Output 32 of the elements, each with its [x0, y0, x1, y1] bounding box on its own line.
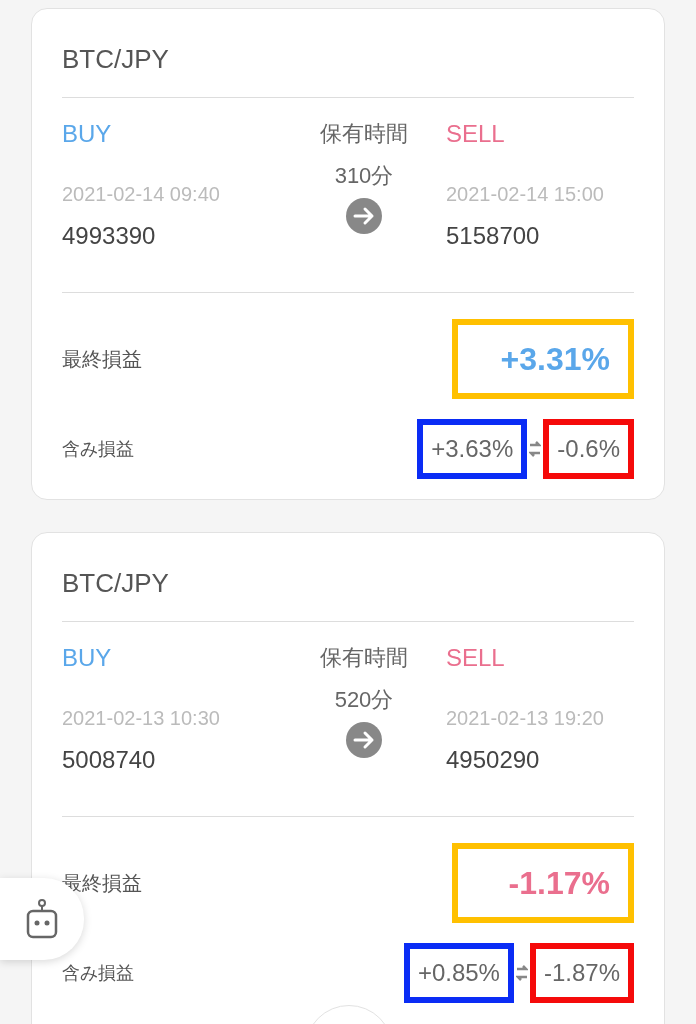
final-pnl-label: 最終損益: [62, 347, 142, 372]
swap-icon: [529, 440, 542, 458]
buy-label: BUY: [62, 119, 113, 149]
arrow-right-icon: [346, 198, 382, 234]
buy-side-pnl: +0.85%: [403, 943, 514, 1003]
pair-title: BTC/JPY: [62, 563, 634, 622]
buy-side-pnl: +3.63%: [417, 419, 528, 479]
sell-label: SELL: [446, 119, 506, 149]
buy-time: 2021-02-13 10:30: [62, 706, 221, 731]
buy-price: 4993390: [62, 221, 157, 251]
sell-time: 2021-02-13 19:20: [446, 706, 605, 731]
hold-time-value: 520分: [334, 686, 394, 714]
hold-time-label: 保有時間: [320, 644, 408, 672]
buy-label: BUY: [62, 643, 113, 673]
unrealized-pnl-label: 含み損益: [62, 961, 134, 985]
sell-label: SELL: [446, 643, 506, 673]
sell-price: 5158700: [446, 221, 541, 251]
pair-title: BTC/JPY: [62, 39, 634, 98]
robot-icon: [26, 899, 58, 939]
hold-time-label: 保有時間: [320, 120, 408, 148]
hold-time-value: 310分: [334, 162, 394, 190]
final-pnl-value: +3.31%: [452, 319, 634, 399]
buy-price: 5008740: [62, 745, 157, 775]
swap-icon: [515, 964, 528, 982]
sell-price: 4950290: [446, 745, 541, 775]
sell-time: 2021-02-14 15:00: [446, 182, 605, 207]
arrow-right-icon: [346, 722, 382, 758]
sell-side-pnl: -1.87%: [529, 943, 634, 1003]
final-pnl-value: -1.17%: [452, 843, 634, 923]
buy-time: 2021-02-14 09:40: [62, 182, 221, 207]
unrealized-pnl-label: 含み損益: [62, 437, 134, 461]
sell-side-pnl: -0.6%: [543, 419, 634, 479]
